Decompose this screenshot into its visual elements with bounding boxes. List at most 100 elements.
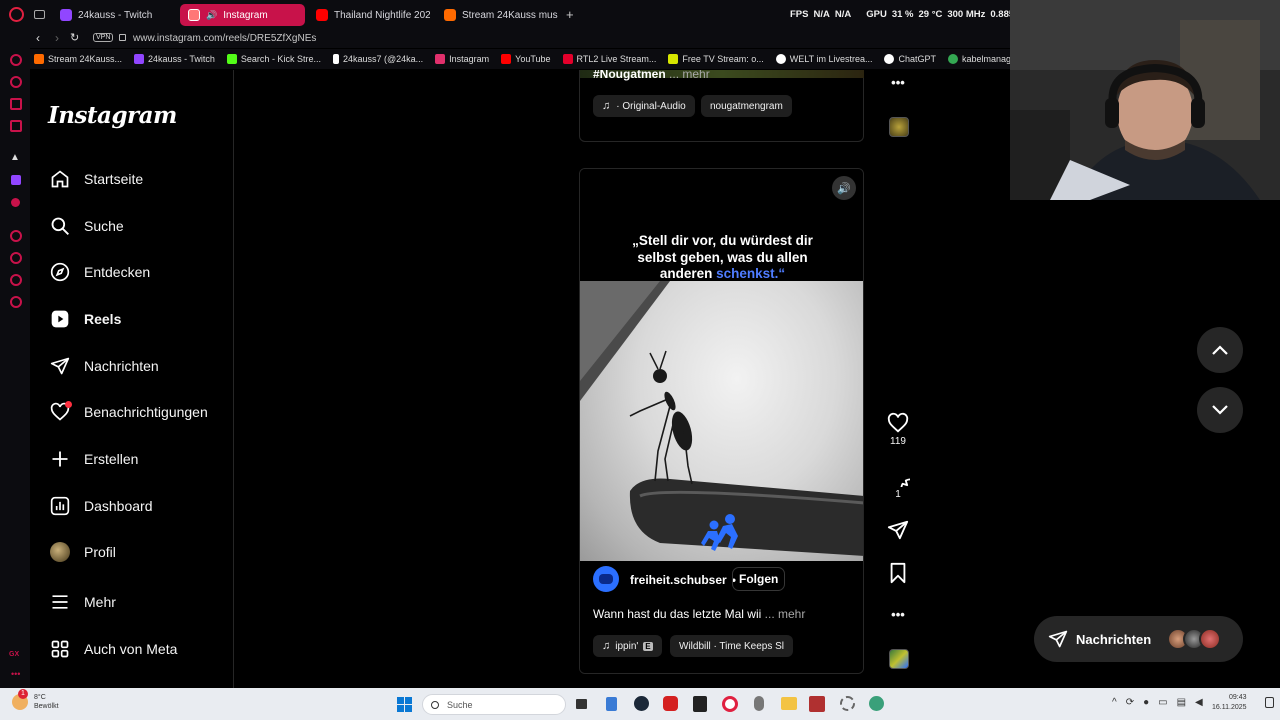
- tab-instagram[interactable]: 🔊 Instagram: [180, 4, 305, 26]
- vpn-badge[interactable]: VPN: [93, 33, 114, 42]
- reel-overlay-text: „Stell dir vor, du würdest dir selbst ge…: [632, 233, 813, 281]
- nav-reels[interactable]: Reels: [50, 309, 121, 329]
- tab-stream-music[interactable]: Stream 24Kauss music |: [436, 4, 558, 26]
- clock[interactable]: 09:43 16.11.2025: [1212, 693, 1247, 713]
- next-reel-button[interactable]: [1197, 387, 1243, 433]
- opera-gx-taskbar-icon[interactable]: [722, 696, 738, 712]
- epic-games-icon[interactable]: [693, 696, 707, 712]
- twitch-icon[interactable]: [11, 175, 21, 185]
- opera-logo-icon[interactable]: [9, 7, 24, 22]
- current-reel[interactable]: 🔊 „Stell dir vor, du würdest dir selbst …: [579, 168, 864, 674]
- bookmark-item[interactable]: ChatGPT: [884, 54, 936, 64]
- share-button[interactable]: [886, 519, 910, 541]
- caption-more-link[interactable]: ... mehr: [669, 70, 710, 81]
- url-field[interactable]: www.instagram.com/reels/DRE5ZfXgNEs: [133, 33, 316, 44]
- bookmark-item[interactable]: WELT im Livestrea...: [775, 54, 872, 64]
- bookmark-item[interactable]: Search - Kick Stre...: [226, 54, 321, 64]
- nav-dashboard[interactable]: Dashboard: [50, 496, 153, 516]
- previous-reel-button[interactable]: [1197, 327, 1243, 373]
- sidebar-app-icon[interactable]: [10, 120, 22, 132]
- display-icon[interactable]: ▭: [1158, 697, 1167, 708]
- bookmark-item[interactable]: YouTube: [501, 54, 551, 64]
- previous-more-options-icon[interactable]: •••: [886, 75, 910, 90]
- sidebar-app-icon[interactable]: [10, 274, 22, 286]
- settings-gear-icon[interactable]: [840, 696, 855, 711]
- instagram-sidebar: Instagram Startseite Suche Entdecken Ree…: [30, 70, 234, 688]
- bookmark-item[interactable]: RTL2 Live Stream...: [562, 54, 656, 64]
- app-red-icon[interactable]: [663, 696, 678, 711]
- volume-icon[interactable]: ◀: [1195, 697, 1203, 708]
- follow-button[interactable]: Folgen: [732, 567, 786, 591]
- sidebar-app-icon[interactable]: [10, 230, 22, 242]
- nav-benachrichtigungen[interactable]: Benachrichtigungen: [50, 401, 208, 422]
- like-button[interactable]: 119: [886, 412, 910, 447]
- sidebar-dot-icon[interactable]: [11, 198, 20, 207]
- nav-label: Nachrichten: [84, 358, 159, 374]
- reload-icon[interactable]: ↻: [70, 31, 79, 44]
- bookmark-item[interactable]: 24kauss - Twitch: [134, 54, 215, 64]
- back-icon[interactable]: ‹: [36, 31, 40, 45]
- tab-twitch[interactable]: 24kauss - Twitch: [52, 4, 174, 26]
- sidebar-app-icon[interactable]: [10, 54, 22, 66]
- nav-suche[interactable]: Suche: [50, 216, 124, 236]
- history-icon[interactable]: [10, 252, 22, 264]
- more-options-icon[interactable]: •••: [886, 607, 910, 622]
- author-avatar[interactable]: [593, 566, 619, 592]
- forward-icon[interactable]: ›: [55, 31, 59, 45]
- nav-profil[interactable]: Profil: [50, 542, 116, 562]
- audio-chip-track[interactable]: ♫ ippin' E: [593, 635, 662, 657]
- comment-button[interactable]: 1: [886, 465, 910, 500]
- taskview-icon[interactable]: [576, 699, 587, 709]
- notification-center-icon[interactable]: [1265, 697, 1274, 708]
- apps-icon: [50, 639, 70, 659]
- bookmark-item[interactable]: Stream 24Kauss...: [34, 54, 122, 64]
- nav-erstellen[interactable]: Erstellen: [50, 449, 138, 469]
- author-username[interactable]: freiheit.schubser: [630, 573, 727, 587]
- nav-label: Entdecken: [84, 264, 151, 280]
- caption-hashtag[interactable]: #Nougatmen: [593, 70, 666, 81]
- steam-icon[interactable]: [634, 696, 649, 711]
- settings-icon[interactable]: [10, 296, 22, 308]
- nav-entdecken[interactable]: Entdecken: [50, 262, 150, 282]
- caption-more-link[interactable]: ... mehr: [765, 607, 806, 621]
- bookmark-item[interactable]: 24kauss7 (@24ka...: [332, 54, 423, 64]
- notepad-icon[interactable]: [606, 697, 617, 711]
- tab-youtube-thailand[interactable]: Thailand Nightlife 2025: [308, 4, 430, 26]
- nav-auch-von-meta[interactable]: Auch von Meta: [50, 639, 177, 659]
- file-explorer-icon[interactable]: [781, 697, 797, 710]
- save-button[interactable]: [886, 562, 910, 584]
- floating-messages-button[interactable]: Nachrichten: [1034, 616, 1243, 662]
- like-count: 119: [890, 436, 906, 447]
- reels-icon: [50, 309, 70, 329]
- workspaces-icon[interactable]: [34, 10, 45, 19]
- start-button[interactable]: [397, 697, 412, 712]
- audio-thumbnail[interactable]: [889, 649, 909, 669]
- weather-widget[interactable]: 1 8°C Bewölkt: [12, 689, 59, 711]
- nav-startseite[interactable]: Startseite: [50, 169, 143, 189]
- sidebar-triangle-icon[interactable]: ▲: [10, 152, 20, 163]
- bookmark-item[interactable]: Instagram: [435, 54, 489, 64]
- sound-playing-icon[interactable]: 🔊: [206, 10, 217, 21]
- nav-mehr[interactable]: Mehr: [50, 592, 116, 612]
- network-icon[interactable]: ▤: [1177, 697, 1186, 708]
- more-dots-icon[interactable]: •••: [11, 669, 20, 679]
- previous-audio-chip[interactable]: ♫ · Original-Audio: [593, 95, 695, 117]
- sidebar-app-icon[interactable]: [10, 76, 22, 88]
- mouse-app-icon[interactable]: [754, 696, 764, 711]
- nav-nachrichten[interactable]: Nachrichten: [50, 356, 159, 376]
- chevron-up-icon[interactable]: ^: [1112, 697, 1117, 708]
- previous-audio-user-chip[interactable]: nougatmengram: [701, 95, 792, 117]
- app-globe-icon[interactable]: [869, 696, 884, 711]
- mute-toggle-button[interactable]: 🔊: [832, 176, 856, 200]
- taskbar-search[interactable]: Suche: [422, 694, 566, 715]
- audio-chip-artist[interactable]: Wildbill · Time Keeps Sl: [670, 635, 794, 657]
- bookmark-item[interactable]: Free TV Stream: o...: [668, 54, 764, 64]
- previous-audio-thumbnail[interactable]: [889, 117, 909, 137]
- sidebar-app-icon[interactable]: [10, 98, 22, 110]
- instagram-logo[interactable]: Instagram: [48, 102, 177, 129]
- new-tab-plus-icon[interactable]: +: [566, 7, 574, 22]
- microphone-icon[interactable]: ●: [1143, 697, 1149, 708]
- reel-video-frame[interactable]: [580, 281, 863, 561]
- app-grid-icon[interactable]: [809, 696, 825, 712]
- sync-icon[interactable]: ⟳: [1126, 697, 1134, 708]
